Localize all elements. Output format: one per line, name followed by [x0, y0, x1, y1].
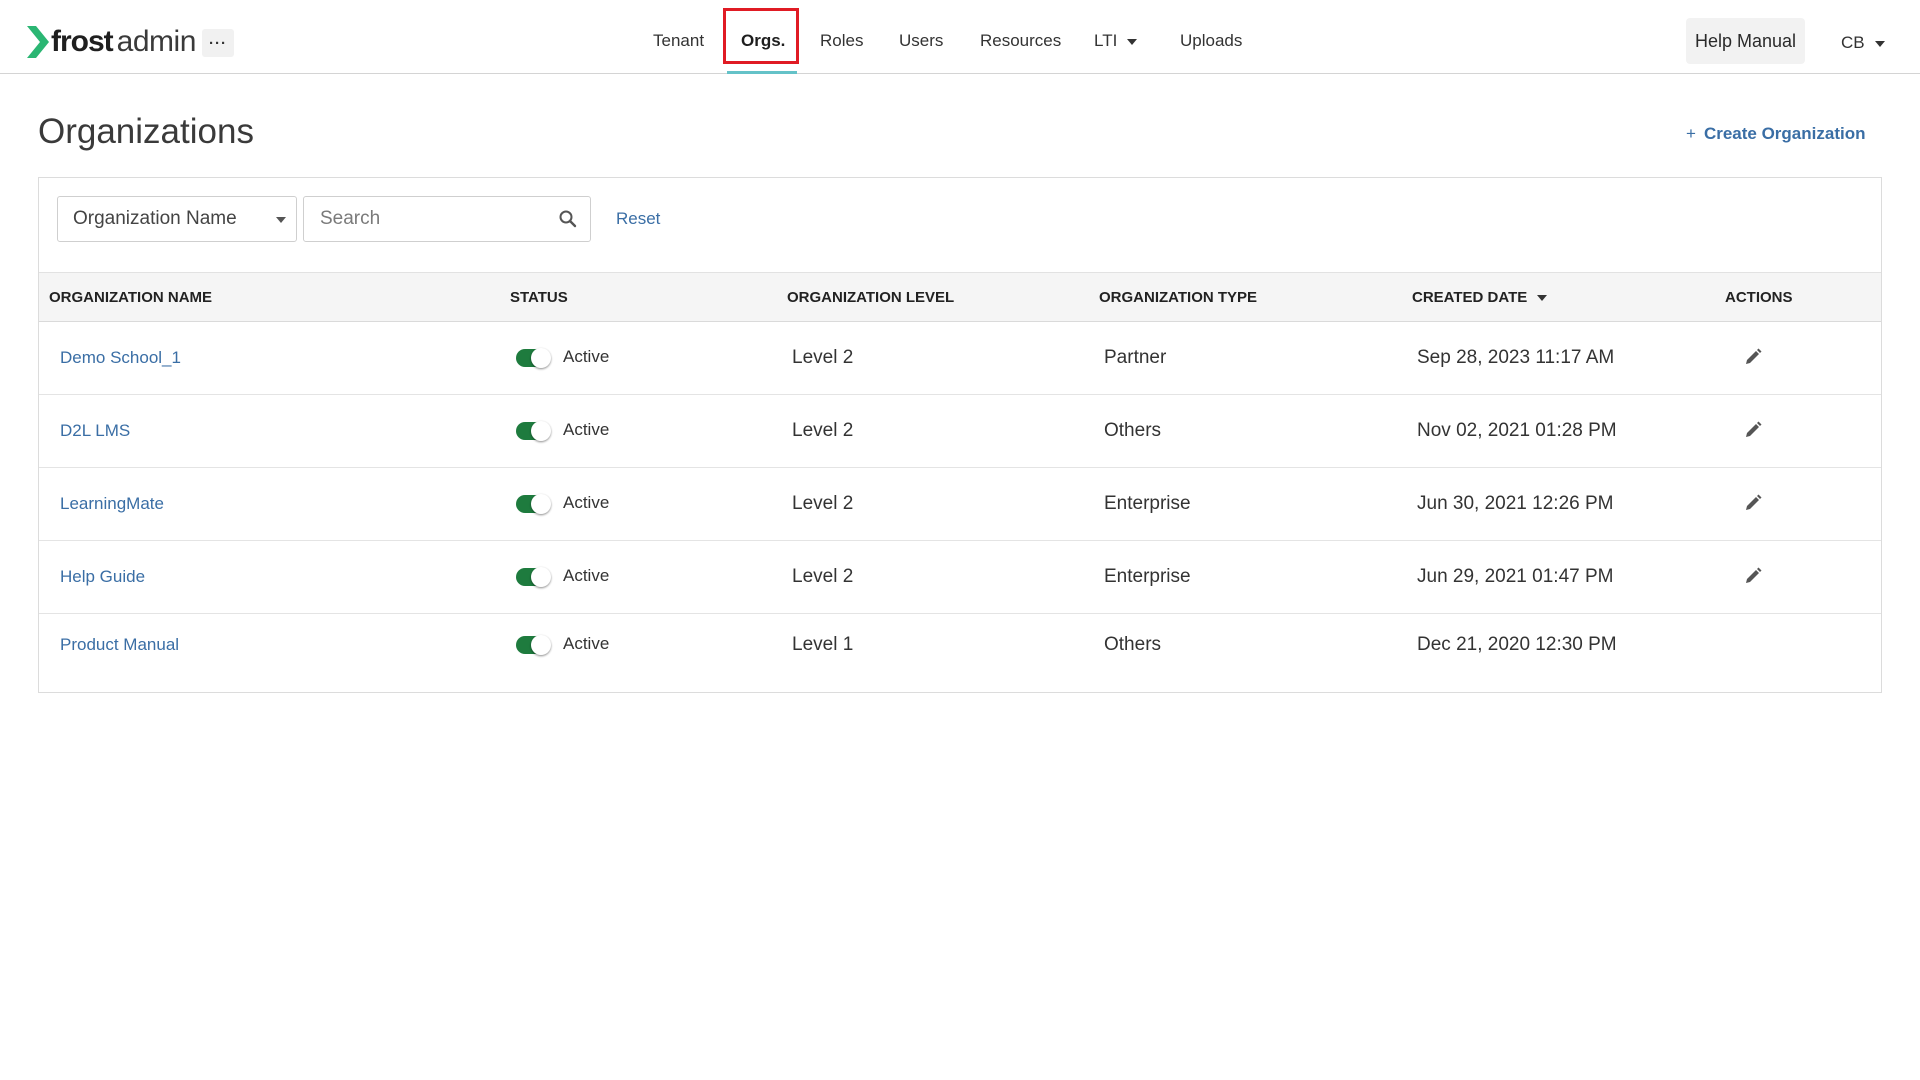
status-toggle[interactable] [516, 494, 551, 514]
table-row: Product Manual Active Level 1 Others Dec… [39, 613, 1881, 677]
status-label: Active [563, 420, 610, 439]
highlight-annotation-box [723, 8, 799, 64]
status-toggle[interactable] [516, 421, 551, 441]
status-label: Active [563, 566, 610, 585]
active-tab-indicator [727, 71, 797, 74]
chevron-down-icon [1874, 40, 1885, 47]
plus-icon: + [1686, 124, 1696, 143]
organization-type: Enterprise [1104, 493, 1191, 514]
help-manual-button[interactable]: Help Manual [1686, 18, 1805, 64]
organization-name-link[interactable]: Help Guide [60, 567, 145, 587]
organization-type: Partner [1104, 347, 1167, 368]
nav-lti-label: LTI [1094, 31, 1118, 50]
table-row: Help Guide Active Level 2 Enterprise Jun… [39, 540, 1881, 614]
create-organization-label: Create Organization [1703, 124, 1866, 143]
status-toggle[interactable] [516, 635, 551, 655]
column-header-organization-level[interactable]: ORGANIZATION LEVEL [787, 289, 954, 306]
created-date: Jun 29, 2021 01:47 PM [1417, 566, 1614, 587]
nav-users[interactable]: Users [899, 31, 943, 51]
organization-level: Level 2 [792, 347, 854, 368]
page-title: Organizations [38, 112, 254, 151]
created-date: Nov 02, 2021 01:28 PM [1417, 420, 1617, 441]
column-header-organization-name[interactable]: ORGANIZATION NAME [49, 289, 212, 306]
nav-tenant[interactable]: Tenant [653, 31, 704, 51]
column-header-organization-type[interactable]: ORGANIZATION TYPE [1099, 289, 1257, 306]
organization-level: Level 1 [792, 634, 854, 655]
table-row: Demo School_1 Active Level 2 Partner Sep… [39, 321, 1881, 395]
logo-text-frost: frost [51, 25, 114, 58]
create-organization-button[interactable]: + Create Organization [1686, 124, 1865, 144]
column-header-actions: ACTIONS [1725, 289, 1793, 306]
frost-chevron-logo-icon [27, 26, 49, 58]
organization-level: Level 2 [792, 420, 854, 441]
filter-field-value: Organization Name [73, 208, 237, 229]
column-header-created-date-label: CREATED DATE [1412, 289, 1528, 306]
nav-lti[interactable]: LTI [1094, 31, 1138, 51]
organization-name-link[interactable]: D2L LMS [60, 421, 130, 441]
status-toggle[interactable] [516, 567, 551, 587]
column-header-created-date[interactable]: CREATED DATE [1412, 289, 1548, 306]
filter-field-select[interactable]: Organization Name [57, 196, 297, 242]
more-apps-button[interactable]: ··· [202, 29, 234, 57]
created-date: Sep 28, 2023 11:17 AM [1417, 347, 1615, 368]
reset-filters-link[interactable]: Reset [616, 209, 660, 229]
created-date: Jun 30, 2021 12:26 PM [1417, 493, 1614, 514]
user-initials: CB [1841, 33, 1865, 52]
nav-resources[interactable]: Resources [980, 31, 1061, 51]
table-row: D2L LMS Active Level 2 Others Nov 02, 20… [39, 394, 1881, 468]
organization-level: Level 2 [792, 493, 854, 514]
table-header: ORGANIZATION NAME STATUS ORGANIZATION LE… [39, 272, 1881, 322]
sort-descending-icon [1537, 295, 1548, 302]
chevron-down-icon [1127, 38, 1138, 45]
edit-pencil-icon[interactable] [1743, 347, 1763, 367]
status-toggle[interactable] [516, 348, 551, 368]
organizations-card: Organization Name Reset ORGANIZATION NAM… [38, 177, 1882, 693]
edit-pencil-icon[interactable] [1743, 493, 1763, 513]
nav-roles[interactable]: Roles [820, 31, 863, 51]
chevron-down-icon [276, 217, 286, 223]
organization-name-link[interactable]: Product Manual [60, 635, 179, 655]
edit-pencil-icon[interactable] [1743, 420, 1763, 440]
created-date: Dec 21, 2020 12:30 PM [1417, 634, 1617, 655]
organization-level: Level 2 [792, 566, 854, 587]
organization-name-link[interactable]: Demo School_1 [60, 348, 181, 368]
frost-admin-logo[interactable]: frost admin [27, 24, 196, 60]
logo-text-admin: admin [116, 25, 197, 58]
status-label: Active [563, 634, 610, 653]
search-input[interactable] [318, 197, 542, 241]
top-navigation-bar: frost admin ··· Tenant Orgs. Roles Users… [0, 0, 1920, 74]
table-row: LearningMate Active Level 2 Enterprise J… [39, 467, 1881, 541]
user-menu[interactable]: CB [1841, 33, 1885, 53]
search-icon[interactable] [558, 209, 578, 229]
search-box [303, 196, 591, 242]
organization-type: Others [1104, 634, 1162, 655]
status-label: Active [563, 493, 610, 512]
organization-name-link[interactable]: LearningMate [60, 494, 164, 514]
column-header-status[interactable]: STATUS [510, 289, 568, 306]
organization-type: Enterprise [1104, 566, 1191, 587]
nav-uploads[interactable]: Uploads [1180, 31, 1242, 51]
status-label: Active [563, 347, 610, 366]
organization-type: Others [1104, 420, 1162, 441]
edit-pencil-icon[interactable] [1743, 566, 1763, 586]
